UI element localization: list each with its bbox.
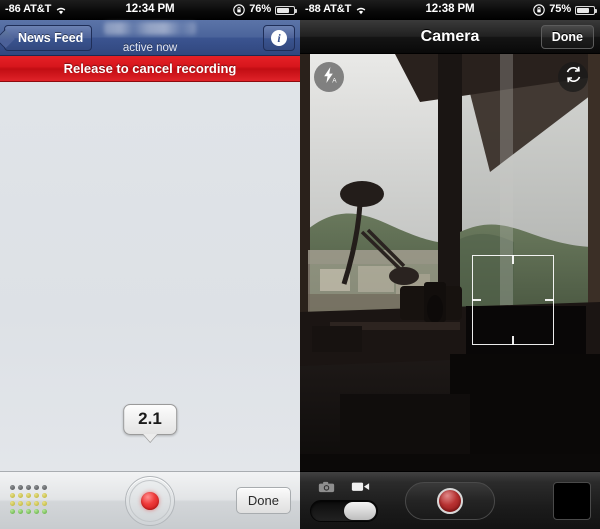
focus-reticle-icon [472, 255, 554, 345]
cancel-banner-label: Release to cancel recording [63, 61, 237, 76]
mode-toggle-knob[interactable] [344, 502, 376, 520]
contact-name-redacted [104, 22, 196, 35]
camera-flip-button[interactable] [558, 62, 588, 92]
battery-icon [575, 5, 597, 15]
battery-icon [275, 5, 297, 15]
record-button-icon [141, 492, 159, 510]
duration-tooltip: 2.1 [123, 404, 177, 435]
battery-percent-label: 76% [249, 3, 271, 15]
mode-toggle-track[interactable] [310, 500, 378, 522]
presence-status-label: active now [122, 42, 178, 54]
done-button-camera-label: Done [551, 30, 583, 44]
camera-preview[interactable]: A [300, 54, 600, 471]
flash-auto-icon: A [320, 66, 338, 89]
done-button-camera[interactable]: Done [540, 25, 594, 49]
right-status-bar: -88 AT&T 12:38 PM 75% [300, 0, 600, 20]
camera-bottom-toolbar [300, 471, 600, 529]
duration-value: 2.1 [138, 409, 162, 428]
shutter-button[interactable] [405, 482, 495, 520]
record-shutter-icon [437, 488, 463, 514]
release-to-cancel-banner: Release to cancel recording [0, 56, 300, 82]
rotation-lock-icon [533, 4, 546, 16]
audio-level-meter-icon [9, 484, 48, 515]
last-capture-thumbnail[interactable] [553, 482, 591, 520]
status-right-group: 76% [233, 3, 297, 16]
svg-text:A: A [332, 77, 337, 84]
camera-flip-icon [564, 65, 583, 89]
left-phone-screen: -86 AT&T 12:34 PM 76% News Feed active n… [0, 0, 300, 529]
record-button-ring [129, 480, 171, 522]
rotation-lock-icon [233, 4, 246, 16]
right-phone-screen: -88 AT&T 12:38 PM 75% Camera Done A [300, 0, 600, 529]
info-icon: i [271, 30, 287, 46]
camera-nav-bar: Camera Done [300, 20, 600, 54]
mode-toggle-switch[interactable] [310, 480, 378, 522]
flash-auto-button[interactable]: A [314, 62, 344, 92]
left-bottom-toolbar: Done [0, 471, 300, 529]
photo-camera-icon [318, 480, 335, 498]
page-title: Camera [420, 27, 480, 45]
video-camera-icon [351, 480, 370, 498]
screenshot-root: -86 AT&T 12:34 PM 76% News Feed active n… [0, 0, 600, 529]
record-button[interactable] [125, 476, 175, 526]
info-button[interactable]: i [263, 25, 295, 51]
done-button-left[interactable]: Done [235, 487, 291, 514]
camera-preview-image [300, 54, 600, 471]
conversation-title-block: active now [0, 22, 300, 54]
messenger-nav-bar: News Feed active now i [0, 20, 300, 56]
mode-icon-row [310, 480, 378, 498]
done-button-left-label: Done [247, 493, 279, 508]
status-right-group: 75% [533, 3, 597, 16]
left-status-bar: -86 AT&T 12:34 PM 76% [0, 0, 300, 20]
battery-percent-label: 75% [549, 3, 571, 15]
